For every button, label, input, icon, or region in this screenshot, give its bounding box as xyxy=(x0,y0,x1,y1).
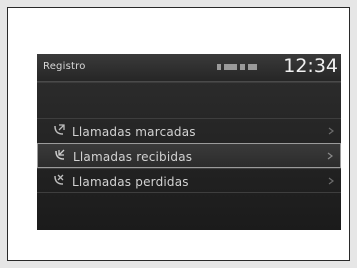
call-log-list: Llamadas marcadas Llamadas recibidas Lla… xyxy=(37,118,341,193)
header-bar: Registro 12:34 xyxy=(37,54,341,82)
list-item-missed[interactable]: Llamadas perdidas xyxy=(37,168,341,193)
status-icons xyxy=(217,64,257,70)
battery-icon xyxy=(240,64,245,70)
phone-icon xyxy=(248,64,257,70)
divider xyxy=(37,82,341,83)
list-item-label: Llamadas perdidas xyxy=(72,175,189,189)
list-item-incoming[interactable]: Llamadas recibidas xyxy=(37,143,341,168)
clock: 12:34 xyxy=(283,55,338,77)
phone-screen: Registro 12:34 Llamadas marcadas Llamada… xyxy=(37,54,341,230)
signal-icon xyxy=(217,64,221,70)
list-item-outgoing[interactable]: Llamadas marcadas xyxy=(37,118,341,143)
chevron-right-icon xyxy=(328,177,334,185)
chevron-right-icon xyxy=(327,152,333,160)
missed-call-icon xyxy=(54,174,64,185)
list-item-label: Llamadas marcadas xyxy=(72,125,196,139)
incoming-call-icon xyxy=(55,149,65,160)
outgoing-call-icon xyxy=(54,124,65,135)
chevron-right-icon xyxy=(328,127,334,135)
figure-frame: Registro 12:34 Llamadas marcadas Llamada… xyxy=(7,7,350,261)
bluetooth-icon xyxy=(224,64,237,70)
list-item-label: Llamadas recibidas xyxy=(73,150,193,164)
page-title: Registro xyxy=(43,61,86,72)
